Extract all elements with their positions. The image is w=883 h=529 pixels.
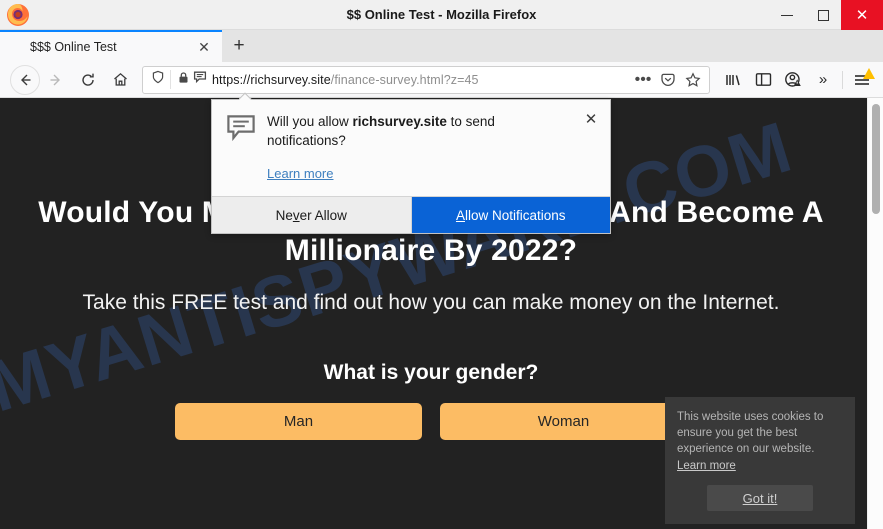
doorhanger-message: Will you allow richsurvey.site to send n… xyxy=(267,113,571,150)
bookmark-star-icon[interactable] xyxy=(682,69,704,91)
library-icon[interactable] xyxy=(718,65,748,95)
page-subheadline: Take this FREE test and find out how you… xyxy=(82,290,780,314)
sidebar-icon[interactable] xyxy=(748,65,778,95)
question-title: What is your gender? xyxy=(323,360,539,384)
maximize-button[interactable] xyxy=(805,0,841,30)
answer-button-man[interactable]: Man xyxy=(175,402,422,440)
notification-permission-icon[interactable] xyxy=(193,70,207,89)
message-prefix: Will you allow xyxy=(267,114,353,129)
tab-close-icon[interactable]: ✕ xyxy=(194,37,214,57)
url-text[interactable]: https://richsurvey.site/finance-survey.h… xyxy=(212,73,632,87)
message-host: richsurvey.site xyxy=(352,114,447,129)
firefox-logo-icon xyxy=(5,2,31,28)
doorhanger-arrow xyxy=(239,92,253,100)
cookie-notice-text: This website uses cookies to ensure you … xyxy=(677,410,824,456)
toolbar-separator xyxy=(842,70,843,89)
cookie-consent-notice: This website uses cookies to ensure you … xyxy=(665,396,855,524)
address-bar[interactable]: https://richsurvey.site/finance-survey.h… xyxy=(142,65,710,94)
url-host: https://richsurvey.site xyxy=(212,72,331,87)
minimize-button[interactable] xyxy=(769,0,805,30)
page-scrollbar-thumb[interactable] xyxy=(872,104,880,214)
allow-accesskey: A xyxy=(455,207,465,223)
never-allow-button[interactable]: Ne v er Allow xyxy=(212,197,412,234)
tracking-protection-shield-icon[interactable] xyxy=(151,70,165,89)
window-title: $$ Online Test - Mozilla Firefox xyxy=(346,7,537,22)
page-actions-icon[interactable]: ••• xyxy=(632,69,654,91)
never-allow-pre: Ne xyxy=(275,207,293,223)
window-title-bar: $$ Online Test - Mozilla Firefox ✕ xyxy=(0,0,883,30)
navigation-toolbar: https://richsurvey.site/finance-survey.h… xyxy=(0,62,883,98)
never-allow-post: er Allow xyxy=(299,207,347,223)
doorhanger-learn-more-link[interactable]: Learn more xyxy=(267,166,333,181)
answer-button-woman[interactable]: Woman xyxy=(440,402,687,440)
allow-post: llow Notifications xyxy=(464,207,566,223)
back-button[interactable] xyxy=(10,64,40,95)
url-path: /finance-survey.html?z=45 xyxy=(330,72,479,87)
allow-notifications-button[interactable]: Allow Notifications xyxy=(411,197,610,234)
browser-tab[interactable]: $$$ Online Test ✕ xyxy=(0,30,222,62)
window-controls: ✕ xyxy=(769,0,883,30)
menu-warning-badge-icon xyxy=(863,67,875,79)
overflow-chevron-icon[interactable]: » xyxy=(808,65,838,95)
home-button[interactable] xyxy=(104,65,136,95)
speech-bubble-icon xyxy=(226,113,260,183)
notification-permission-doorhanger: Will you allow richsurvey.site to send n… xyxy=(211,99,611,235)
site-permissions[interactable] xyxy=(177,70,207,89)
account-warning-icon[interactable] xyxy=(778,65,808,95)
tab-title: $$$ Online Test xyxy=(30,40,117,54)
never-allow-accesskey: v xyxy=(292,207,300,223)
doorhanger-close-icon[interactable]: ✕ xyxy=(582,110,600,128)
page-scrollbar[interactable] xyxy=(867,98,883,529)
pocket-icon[interactable] xyxy=(657,69,679,91)
lock-icon[interactable] xyxy=(177,71,190,89)
firefox-window: $$ Online Test - Mozilla Firefox ✕ $$$ O… xyxy=(0,0,883,529)
hamburger-menu-icon[interactable] xyxy=(847,65,877,95)
doorhanger-body: Will you allow richsurvey.site to send n… xyxy=(212,100,610,196)
doorhanger-content: Will you allow richsurvey.site to send n… xyxy=(260,113,597,183)
new-tab-button[interactable]: + xyxy=(222,30,256,62)
cookie-accept-button[interactable]: Got it! xyxy=(707,485,813,511)
forward-button[interactable] xyxy=(40,65,72,95)
doorhanger-actions: Ne v er Allow Allow Notifications xyxy=(212,196,610,234)
close-window-button[interactable]: ✕ xyxy=(841,0,883,30)
toolbar-right-icons: » xyxy=(718,65,877,95)
identity-box[interactable] xyxy=(148,70,171,89)
reload-button[interactable] xyxy=(72,65,104,95)
urlbar-actions: ••• xyxy=(632,69,704,91)
tab-strip: $$$ Online Test ✕ + xyxy=(0,30,883,62)
cookie-learn-more-link[interactable]: Learn more xyxy=(677,460,736,472)
